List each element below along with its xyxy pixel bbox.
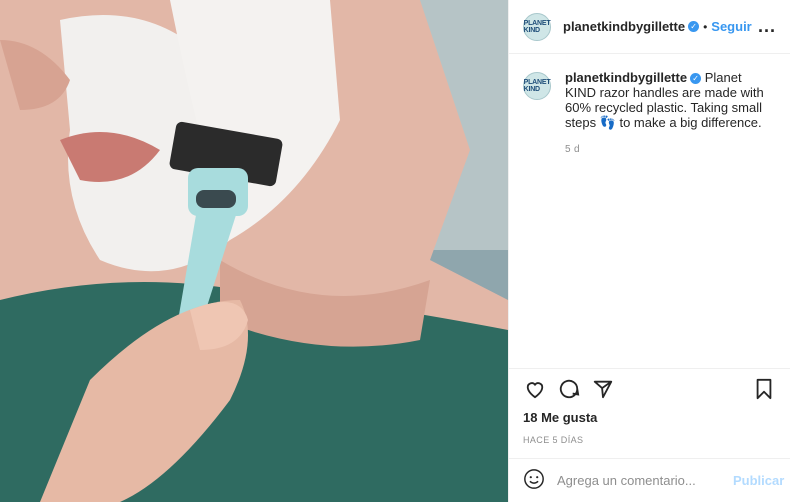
header-separator: •: [703, 19, 708, 34]
post-header: PLANET KIND planetkindbygillette ✓ • Seg…: [509, 0, 790, 54]
emoji-icon[interactable]: [523, 468, 545, 493]
share-icon[interactable]: [591, 377, 615, 401]
caption-verified-icon: ✓: [690, 73, 702, 85]
bookmark-icon[interactable]: [752, 377, 776, 401]
caption-content: planetkindbygillette ✓ Planet KIND razor …: [565, 70, 776, 157]
like-count[interactable]: 18 Me gusta: [523, 410, 776, 425]
comment-bar: Publicar: [509, 458, 790, 502]
caption-block: PLANET KIND planetkindbygillette ✓ Planet…: [509, 54, 790, 157]
publish-button[interactable]: Publicar: [733, 473, 784, 488]
action-icons: [523, 377, 776, 401]
header-username[interactable]: planetkindbygillette: [563, 19, 685, 34]
caption-time: 5 d: [565, 144, 580, 155]
comment-icon[interactable]: [557, 377, 581, 401]
caption-avatar-label: PLANET KIND: [523, 79, 551, 93]
post-photo[interactable]: [0, 0, 508, 502]
profile-avatar[interactable]: PLANET KIND: [523, 12, 551, 41]
verified-icon: ✓: [688, 21, 700, 32]
heart-icon[interactable]: [523, 377, 547, 401]
caption-username[interactable]: planetkindbygillette: [565, 70, 687, 85]
comment-input[interactable]: [557, 473, 733, 488]
actions-bar: 18 Me gusta HACE 5 DÍAS: [509, 368, 790, 445]
caption-avatar[interactable]: PLANET KIND: [523, 72, 551, 100]
post-image: [0, 0, 508, 502]
posted-time: HACE 5 DÍAS: [523, 435, 584, 445]
more-options-icon[interactable]: ...: [758, 16, 776, 37]
post-side-panel: PLANET KIND planetkindbygillette ✓ • Seg…: [508, 0, 790, 502]
follow-button[interactable]: Seguir: [711, 19, 751, 34]
instagram-post: PLANET KIND planetkindbygillette ✓ • Seg…: [0, 0, 790, 502]
avatar-label: PLANET KIND: [523, 19, 551, 34]
